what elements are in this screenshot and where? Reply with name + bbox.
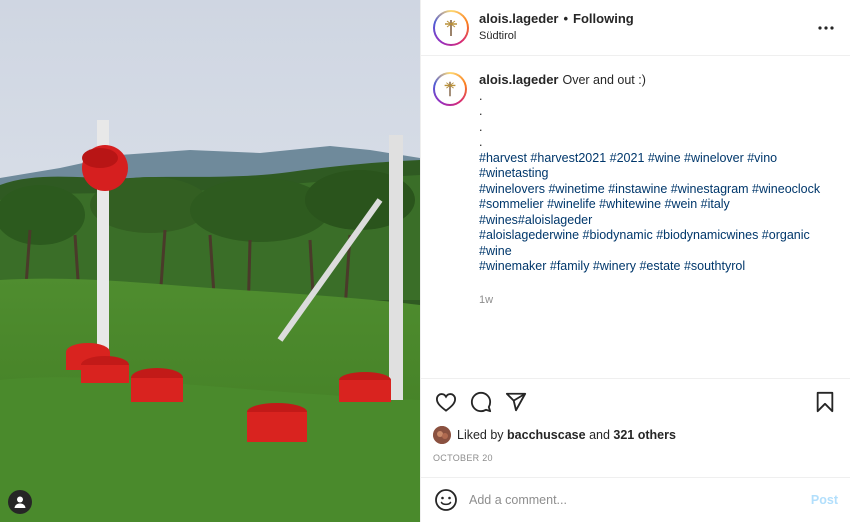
caption-comment: alois.lageder Over and out :) . . . . #ha… <box>433 72 838 308</box>
instagram-post-modal: alois.lageder • Following Südtirol alois… <box>0 0 850 522</box>
author-username-link[interactable]: alois.lageder <box>479 11 558 27</box>
winery-logo-icon <box>445 19 457 36</box>
likes-prefix: Liked by <box>457 428 504 442</box>
emoji-button[interactable] <box>433 487 459 513</box>
likes-and: and <box>589 428 610 442</box>
comment-input[interactable] <box>469 493 811 507</box>
tagged-users-button[interactable] <box>8 490 32 514</box>
post-side-panel: alois.lageder • Following Südtirol alois… <box>420 0 850 522</box>
hashtag-line[interactable]: #harvest #harvest2021 #2021 #wine #winel… <box>479 151 838 182</box>
save-button[interactable] <box>812 389 838 415</box>
caption-author-avatar[interactable] <box>433 72 467 106</box>
more-options-button[interactable] <box>814 16 838 40</box>
caption-dot: . <box>479 119 483 134</box>
following-button[interactable]: Following <box>573 11 634 27</box>
likes-others-link[interactable]: 321 others <box>613 428 676 442</box>
caption-username-link[interactable]: alois.lageder <box>479 72 558 87</box>
header-separator: • <box>563 11 569 26</box>
post-date[interactable]: OCTOBER 20 <box>433 453 838 463</box>
header-text: alois.lageder • Following Südtirol <box>479 11 814 44</box>
comment-bubble-icon <box>470 391 492 413</box>
post-comment-button[interactable]: Post <box>811 493 838 507</box>
caption-dot: . <box>479 104 483 118</box>
comment-button[interactable] <box>468 389 494 415</box>
caption-dot: . <box>479 135 483 149</box>
paper-plane-icon <box>505 392 527 412</box>
caption-message: Over and out :) <box>562 73 646 87</box>
post-actions: Liked by bacchuscase and 321 others OCTO… <box>421 378 850 477</box>
caption-text: alois.lageder Over and out :) . . . . #ha… <box>479 72 838 308</box>
bookmark-icon <box>816 391 834 413</box>
like-button[interactable] <box>433 389 459 415</box>
post-photo[interactable] <box>0 0 420 522</box>
post-header: alois.lageder • Following Südtirol <box>421 0 850 56</box>
smiley-icon <box>435 489 457 511</box>
hashtag-line[interactable]: #aloislagederwine #biodynamic #biodynami… <box>479 228 838 259</box>
likes-summary: Liked by bacchuscase and 321 others <box>433 425 838 445</box>
person-icon <box>14 496 26 508</box>
caption-time-ago[interactable]: 1w <box>479 293 838 309</box>
comments-area: alois.lageder Over and out :) . . . . #ha… <box>421 56 850 378</box>
liked-by-user-link[interactable]: bacchuscase <box>507 428 586 442</box>
hashtag-line[interactable]: #winelovers #winetime #instawine #winest… <box>479 182 838 198</box>
caption-dot: . <box>479 88 483 103</box>
hashtag-line[interactable]: #sommelier #winelife #whitewine #wein #i… <box>479 197 838 228</box>
liker-avatar[interactable] <box>433 426 451 444</box>
more-horizontal-icon <box>818 25 834 30</box>
heart-icon <box>435 393 457 412</box>
action-icon-row <box>433 379 838 425</box>
add-comment-bar: Post <box>421 477 850 522</box>
author-avatar[interactable] <box>433 9 469 46</box>
vineyard-harvest-image <box>0 0 420 522</box>
winery-logo-icon <box>444 81 456 97</box>
share-button[interactable] <box>503 389 529 415</box>
location-link[interactable]: Südtirol <box>479 28 814 44</box>
hashtag-line[interactable]: #winemaker #family #winery #estate #sout… <box>479 259 838 275</box>
